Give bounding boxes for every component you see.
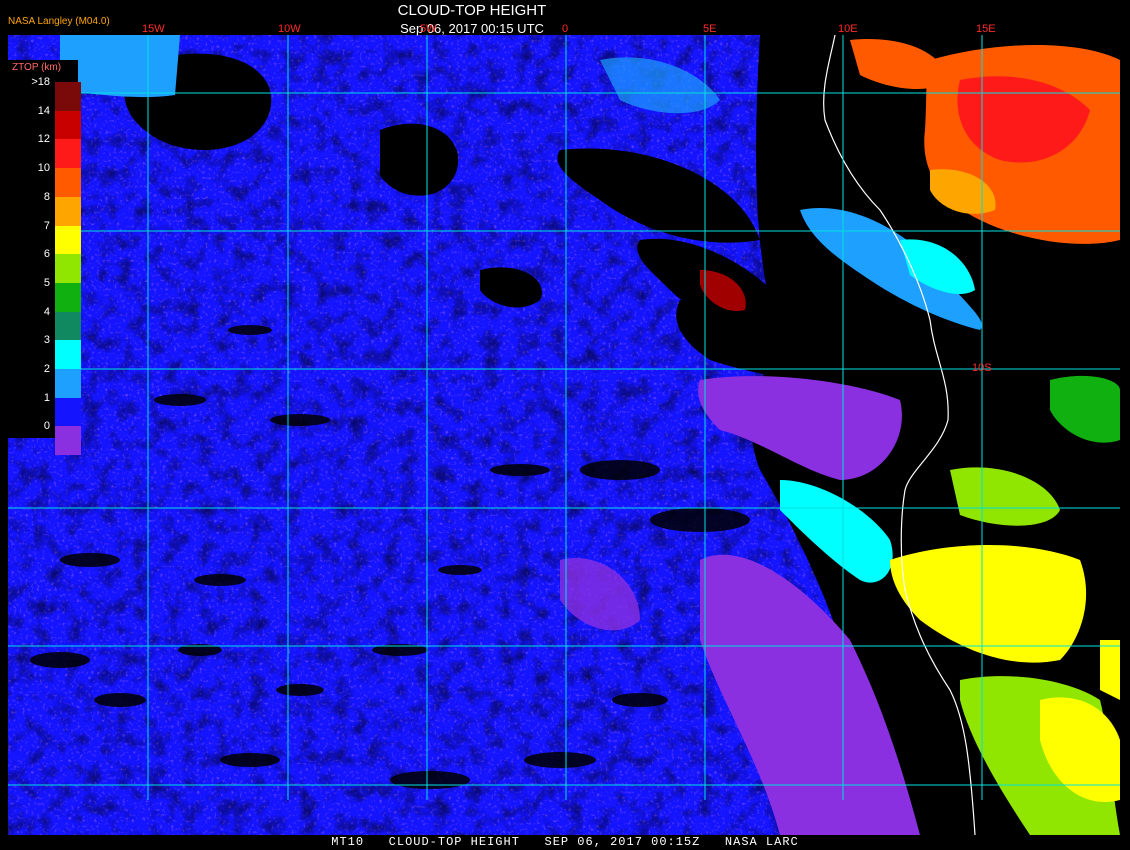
lon-label-0: 0 bbox=[562, 23, 569, 35]
footer-caption: MT10 CLOUD-TOP HEIGHT SEP 06, 2017 00:15… bbox=[331, 835, 799, 849]
legend-swatch bbox=[55, 139, 81, 169]
legend-label: 7 bbox=[43, 219, 50, 232]
legend-swatch bbox=[55, 82, 81, 111]
legend-swatch bbox=[55, 311, 81, 341]
legend-swatch bbox=[55, 369, 81, 398]
legend-label: 5 bbox=[43, 276, 50, 289]
legend-swatch bbox=[55, 196, 81, 226]
legend-title: ZTOP (km) bbox=[12, 62, 62, 73]
legend-label: 0 bbox=[43, 420, 50, 433]
lon-label-5w: 5W bbox=[420, 23, 437, 35]
legend-swatch bbox=[55, 110, 81, 140]
lat-label-10s: 10S bbox=[972, 362, 992, 374]
legend-label: 6 bbox=[43, 248, 50, 261]
legend-swatch bbox=[55, 340, 81, 370]
legend-label: 2 bbox=[43, 363, 50, 375]
legend-swatch bbox=[55, 168, 81, 198]
legend-label: 10 bbox=[37, 162, 50, 175]
legend-label: 14 bbox=[37, 104, 50, 117]
legend-swatch bbox=[55, 282, 81, 312]
legend-label: 4 bbox=[43, 305, 50, 318]
lon-label-15w: 15W bbox=[142, 23, 165, 35]
lon-label-10w: 10W bbox=[278, 23, 301, 35]
legend-swatch bbox=[55, 397, 81, 427]
color-legend: ZTOP (km) >18 14 12 10 8 7 6 5 4 3 2 1 0 bbox=[8, 60, 81, 456]
legend-swatch bbox=[55, 426, 81, 456]
legend-swatch bbox=[55, 254, 81, 284]
lon-label-10e: 10E bbox=[838, 23, 858, 35]
legend-label: 12 bbox=[37, 133, 50, 146]
legend-label: 1 bbox=[43, 391, 50, 404]
lon-label-15e: 15E bbox=[976, 23, 996, 35]
lon-label-5e: 5E bbox=[703, 23, 717, 35]
satellite-image bbox=[8, 35, 1120, 835]
legend-label: 8 bbox=[43, 190, 50, 203]
map-title: CLOUD-TOP HEIGHT bbox=[397, 2, 547, 19]
cloud-top-map bbox=[8, 35, 1120, 835]
legend-swatch bbox=[55, 225, 81, 255]
legend-label: >18 bbox=[31, 76, 50, 88]
legend-label: 3 bbox=[43, 334, 50, 347]
